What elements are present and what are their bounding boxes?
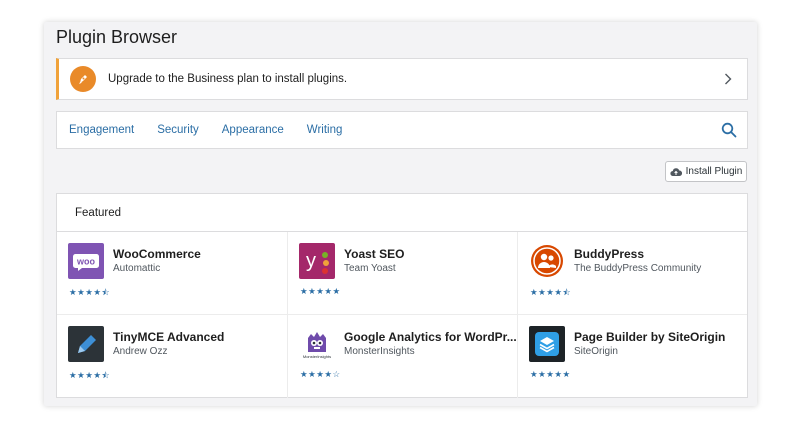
featured-section: Featured woo WooCommerce Automattic ★★★★… [56,193,748,398]
woocommerce-logo-icon: woo [68,243,104,279]
plugin-name[interactable]: BuddyPress [574,247,644,261]
plugin-name[interactable]: WooCommerce [113,247,201,261]
plugin-name[interactable]: TinyMCE Advanced [113,330,224,344]
plugin-name[interactable]: Google Analytics for WordPr... [344,330,517,344]
rating-stars: ★★★★★ [530,370,571,380]
plugin-card-tinymce-advanced[interactable]: TinyMCE Advanced Andrew Ozz ★★★★⯪ [57,315,288,398]
nav-item-security[interactable]: Security [157,124,199,136]
plugin-card-buddypress[interactable]: BuddyPress The BuddyPress Community ★★★★… [518,232,747,315]
install-plugin-button[interactable]: Install Plugin [665,161,747,182]
nav-item-appearance[interactable]: Appearance [222,124,284,136]
upgrade-banner-text: Upgrade to the Business plan to install … [108,73,348,85]
siteorigin-layers-icon [529,326,565,362]
plugin-author: SiteOrigin [574,346,618,357]
upgrade-banner[interactable]: Upgrade to the Business plan to install … [56,58,748,100]
plugin-card-page-builder[interactable]: Page Builder by SiteOrigin SiteOrigin ★★… [518,315,747,398]
plugin-author: MonsterInsights [344,346,415,357]
rating-stars: ★★★★⯪ [69,371,111,381]
plugin-author: Team Yoast [344,263,396,274]
plugin-card-yoast-seo[interactable]: y Yoast SEO Team Yoast ★★★★★ [288,232,518,315]
plugin-name[interactable]: Yoast SEO [344,247,404,261]
svg-text:y: y [306,250,316,272]
featured-heading: Featured [57,194,747,232]
plugin-browser-panel: Plugin Browser Upgrade to the Business p… [44,22,757,406]
rating-stars: ★★★★⯪ [69,288,111,298]
plugin-author: The BuddyPress Community [574,263,702,274]
tinymce-pencil-icon [68,326,104,362]
page-title: Plugin Browser [56,27,178,47]
nav-item-writing[interactable]: Writing [307,124,343,136]
rating-stars: ★★★★★ [300,287,341,297]
svg-text:woo: woo [76,257,95,267]
chevron-right-icon[interactable] [721,72,735,86]
cloud-upload-icon [670,167,682,176]
upgrade-plan-icon [70,66,96,92]
plugin-card-google-analytics[interactable]: MonsterInsights Google Analytics for Wor… [288,315,518,398]
category-nav: Engagement Security Appearance Writing [56,111,748,149]
monsterinsights-logo-icon: MonsterInsights [299,326,335,362]
rating-stars: ★★★★☆ [300,370,341,380]
install-plugin-label: Install Plugin [685,166,743,177]
rating-stars: ★★★★⯪ [530,288,572,298]
plugin-author: Automattic [113,263,161,274]
nav-item-engagement[interactable]: Engagement [69,124,134,136]
search-icon[interactable] [721,122,737,138]
plugin-author: Andrew Ozz [113,346,168,357]
plugin-card-woocommerce[interactable]: woo WooCommerce Automattic ★★★★⯪ [57,232,288,315]
plugin-name[interactable]: Page Builder by SiteOrigin [574,330,725,344]
svg-text:MonsterInsights: MonsterInsights [303,354,331,359]
buddypress-logo-icon [529,243,565,279]
plugin-grid: woo WooCommerce Automattic ★★★★⯪ y Yoast… [57,232,747,398]
yoast-logo-icon: y [299,243,335,279]
